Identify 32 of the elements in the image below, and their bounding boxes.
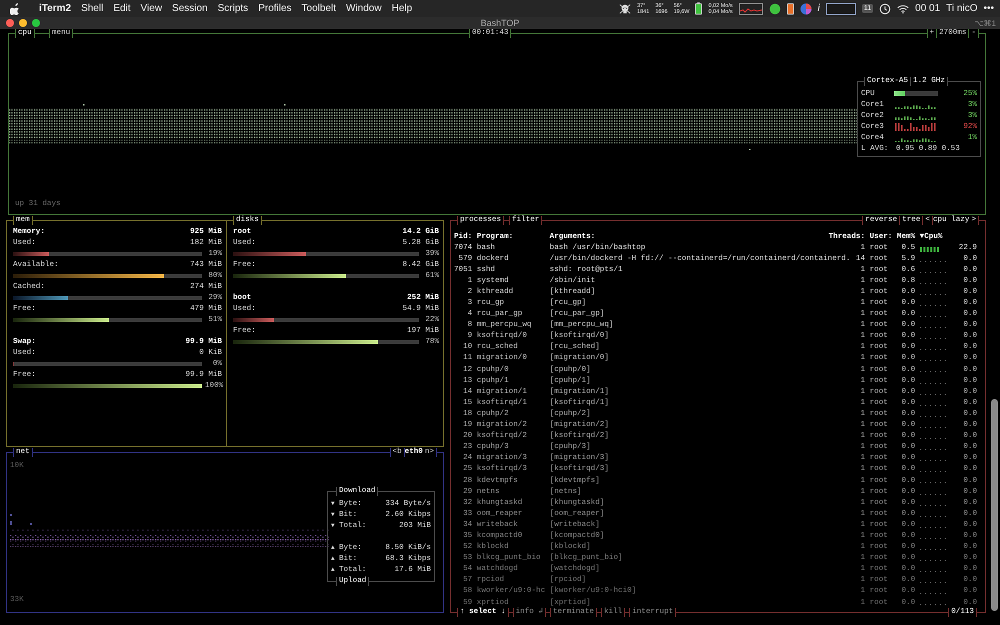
menu-item[interactable]: Window (346, 3, 382, 14)
battery-icon[interactable] (695, 2, 702, 15)
menu-item[interactable]: Shell (81, 3, 104, 14)
clock-text[interactable]: 00 01 (915, 3, 940, 14)
graph-icon[interactable] (826, 2, 856, 14)
menu-item[interactable]: View (140, 3, 162, 14)
close-button[interactable] (6, 19, 14, 27)
menu-item[interactable]: Profiles (258, 3, 292, 14)
history-clock-icon[interactable] (879, 2, 892, 14)
menu-item[interactable]: Toolbelt (302, 3, 336, 14)
window-title: BashTOP (480, 18, 520, 28)
apple-logo-icon[interactable] (10, 2, 21, 14)
status-dot-icon[interactable] (768, 2, 781, 14)
battery-icon[interactable] (786, 2, 794, 15)
core-graph-drawing (894, 122, 938, 130)
menu-item[interactable]: Edit (113, 3, 131, 14)
network-graph-icon[interactable] (738, 2, 763, 14)
wifi-icon[interactable] (897, 2, 910, 14)
info-item[interactable]: i (818, 3, 820, 14)
skull-icon[interactable] (619, 2, 632, 14)
minimize-button[interactable] (19, 19, 27, 27)
user-name[interactable]: Ti nicO (946, 3, 978, 14)
menu-item[interactable]: Help (392, 3, 412, 14)
scrollbar-thumb[interactable] (991, 399, 998, 611)
more-menu[interactable]: ••• (983, 3, 994, 14)
pie-chart-icon[interactable] (800, 2, 812, 14)
cpu-meter (894, 91, 938, 96)
menu-item[interactable]: Scripts (218, 3, 248, 14)
menu-item[interactable]: Session (172, 3, 208, 14)
zoom-button[interactable] (32, 19, 40, 27)
window-shortcut: ⌥⌘1 (974, 18, 996, 28)
app-menu[interactable]: iTerm2 (39, 3, 72, 14)
